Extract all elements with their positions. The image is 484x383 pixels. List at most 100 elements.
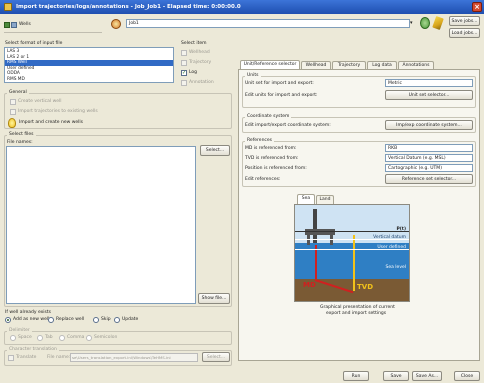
pos-ref-label: Position is referenced from: <box>245 166 307 171</box>
units-title: Units <box>245 73 261 78</box>
unit-set-selector-button[interactable]: Unit set selector... <box>385 90 473 100</box>
add-as-new-radio[interactable] <box>5 317 11 323</box>
translate-checkbox[interactable] <box>8 355 14 361</box>
wellhead-label: Wellhead <box>189 50 210 55</box>
comma-label: Comma <box>67 335 85 340</box>
save-jobs-button[interactable]: Save jobs... <box>449 16 480 26</box>
space-radio[interactable] <box>10 335 16 341</box>
edit-units-label: Edit units for import and export: <box>245 93 318 98</box>
select-files-title: Select files <box>7 132 36 137</box>
general-title: General <box>7 90 29 95</box>
trajectory-checkbox[interactable] <box>181 60 187 66</box>
update-radio[interactable] <box>114 317 120 323</box>
update-label: Update <box>122 317 139 322</box>
dialog-body: Wells Job1 ▾ Save jobs... Load jobs... S… <box>0 14 484 383</box>
drop-target-icon[interactable] <box>111 19 121 29</box>
save-as-button[interactable]: Save As... <box>412 371 442 381</box>
tvd-ref-label: TVD is referenced from: <box>245 156 299 161</box>
skip-radio[interactable] <box>93 317 99 323</box>
tab-sea[interactable]: Sea <box>297 194 315 204</box>
reference-set-selector-button[interactable]: Reference set selector... <box>385 174 473 184</box>
app-icon <box>4 3 12 11</box>
tvd-label: TVD <box>357 283 374 291</box>
pivot-label: P(t) <box>396 227 406 232</box>
well-checkbox-icon[interactable] <box>4 22 10 28</box>
show-file-button[interactable]: Show file... <box>198 293 230 304</box>
rig-leg-right <box>330 235 333 245</box>
coordinate-label: Edit import/export coordinate system: <box>245 123 331 128</box>
close-button[interactable]: Close <box>454 371 480 381</box>
source-value: Job1 <box>129 21 139 26</box>
select-item-title: Select item <box>181 41 207 46</box>
coordinate-system-button[interactable]: Imp/exp coordinate system... <box>385 120 473 130</box>
tvd-ref-field[interactable]: Vertical Datum (e.g. MSL) <box>385 154 473 162</box>
references-title: References <box>245 138 275 143</box>
md-ref-label: MD is referenced from: <box>245 146 297 151</box>
sea-level-label: Sea level <box>385 265 406 270</box>
tab-land[interactable]: Land <box>316 195 334 204</box>
create-vertical-well-checkbox[interactable] <box>10 99 16 105</box>
comma-radio[interactable] <box>59 335 65 341</box>
pivot-line <box>295 231 409 232</box>
wells-label: Wells <box>19 22 31 27</box>
file-names-list[interactable] <box>6 146 196 304</box>
translate-label: Translate <box>16 355 37 360</box>
skip-label: Skip <box>101 317 111 322</box>
reference-illustration: P(t) Vertical datum User defined Sea lev… <box>294 204 410 302</box>
tvd-ref-value: Vertical Datum (e.g. MSL) <box>388 156 446 161</box>
pencil-icon[interactable] <box>432 15 444 31</box>
trajectory-label: Trajectory <box>189 60 212 65</box>
md-ref-field[interactable]: RKB <box>385 144 473 152</box>
semicolon-label: Semicolon <box>94 335 118 340</box>
unit-set-label: Unit set for import and export: <box>245 81 314 86</box>
annotation-label: Annotation <box>189 80 214 85</box>
char-translation-title: Character translation <box>7 347 59 352</box>
translation-select-button[interactable]: Select... <box>202 352 230 362</box>
input-format-title: Select format of input file <box>5 41 63 46</box>
md-ref-value: RKB <box>388 146 398 151</box>
replace-well-label: Replace well <box>56 317 85 322</box>
chevron-down-icon[interactable]: ▾ <box>410 19 417 28</box>
pos-ref-value: Cartographic (e.g. UTM) <box>388 166 442 171</box>
rig-derrick <box>313 209 317 243</box>
save-button[interactable]: Save <box>383 371 409 381</box>
tab-radio[interactable] <box>37 335 43 341</box>
load-jobs-button[interactable]: Load jobs... <box>449 28 480 38</box>
exists-title: If well already exists <box>5 310 52 315</box>
coordinate-title: Coordinate system <box>245 114 292 119</box>
rig-leg-left <box>307 235 310 245</box>
refresh-icon[interactable] <box>420 17 430 29</box>
add-as-new-label: Add as new well <box>13 317 50 322</box>
md-label: MD <box>303 281 316 289</box>
replace-well-radio[interactable] <box>48 317 54 323</box>
close-icon[interactable]: × <box>472 2 482 12</box>
title-bar: Import trajectories/logs/annotations - J… <box>0 0 484 14</box>
file-names-label: File names: <box>7 140 33 145</box>
general-hint: Import and create new wells <box>19 120 84 125</box>
unit-set-field[interactable]: Metric <box>385 79 473 87</box>
unit-set-value: Metric <box>388 81 402 86</box>
list-item[interactable]: RMS MD <box>5 77 173 83</box>
space-label: Space <box>18 335 32 340</box>
run-button[interactable]: Run <box>343 371 369 381</box>
illustration-caption-1: Graphical presentation of current <box>320 305 395 310</box>
semicolon-radio[interactable] <box>86 335 92 341</box>
toolbar-divider <box>4 32 102 33</box>
source-field[interactable]: Job1 <box>126 19 410 28</box>
import-existing-label: Import trajectories to existing wells <box>18 109 98 114</box>
annotation-checkbox[interactable] <box>181 80 187 86</box>
create-vertical-well-label: Create vertical well <box>18 99 62 104</box>
input-format-list[interactable]: LAS 3 LAS 2 or 1 RMS Well User defined O… <box>4 47 174 83</box>
illustration-caption-2: export and import settings <box>326 311 387 316</box>
delimiter-title: Delimiter <box>7 328 32 333</box>
select-files-button[interactable]: Select... <box>200 145 230 156</box>
edit-references-label: Edit references: <box>245 177 281 182</box>
wellhead-checkbox[interactable] <box>181 50 187 56</box>
import-existing-checkbox[interactable] <box>10 109 16 115</box>
pos-ref-field[interactable]: Cartographic (e.g. UTM) <box>385 164 473 172</box>
log-checkbox[interactable]: ✓ <box>181 70 187 76</box>
tvd-line <box>353 235 355 291</box>
wells-folder-icon <box>11 22 17 28</box>
translation-file-field[interactable]: se\Users_translation_export.ini\Windows\… <box>70 353 198 362</box>
lightbulb-icon <box>8 118 16 128</box>
